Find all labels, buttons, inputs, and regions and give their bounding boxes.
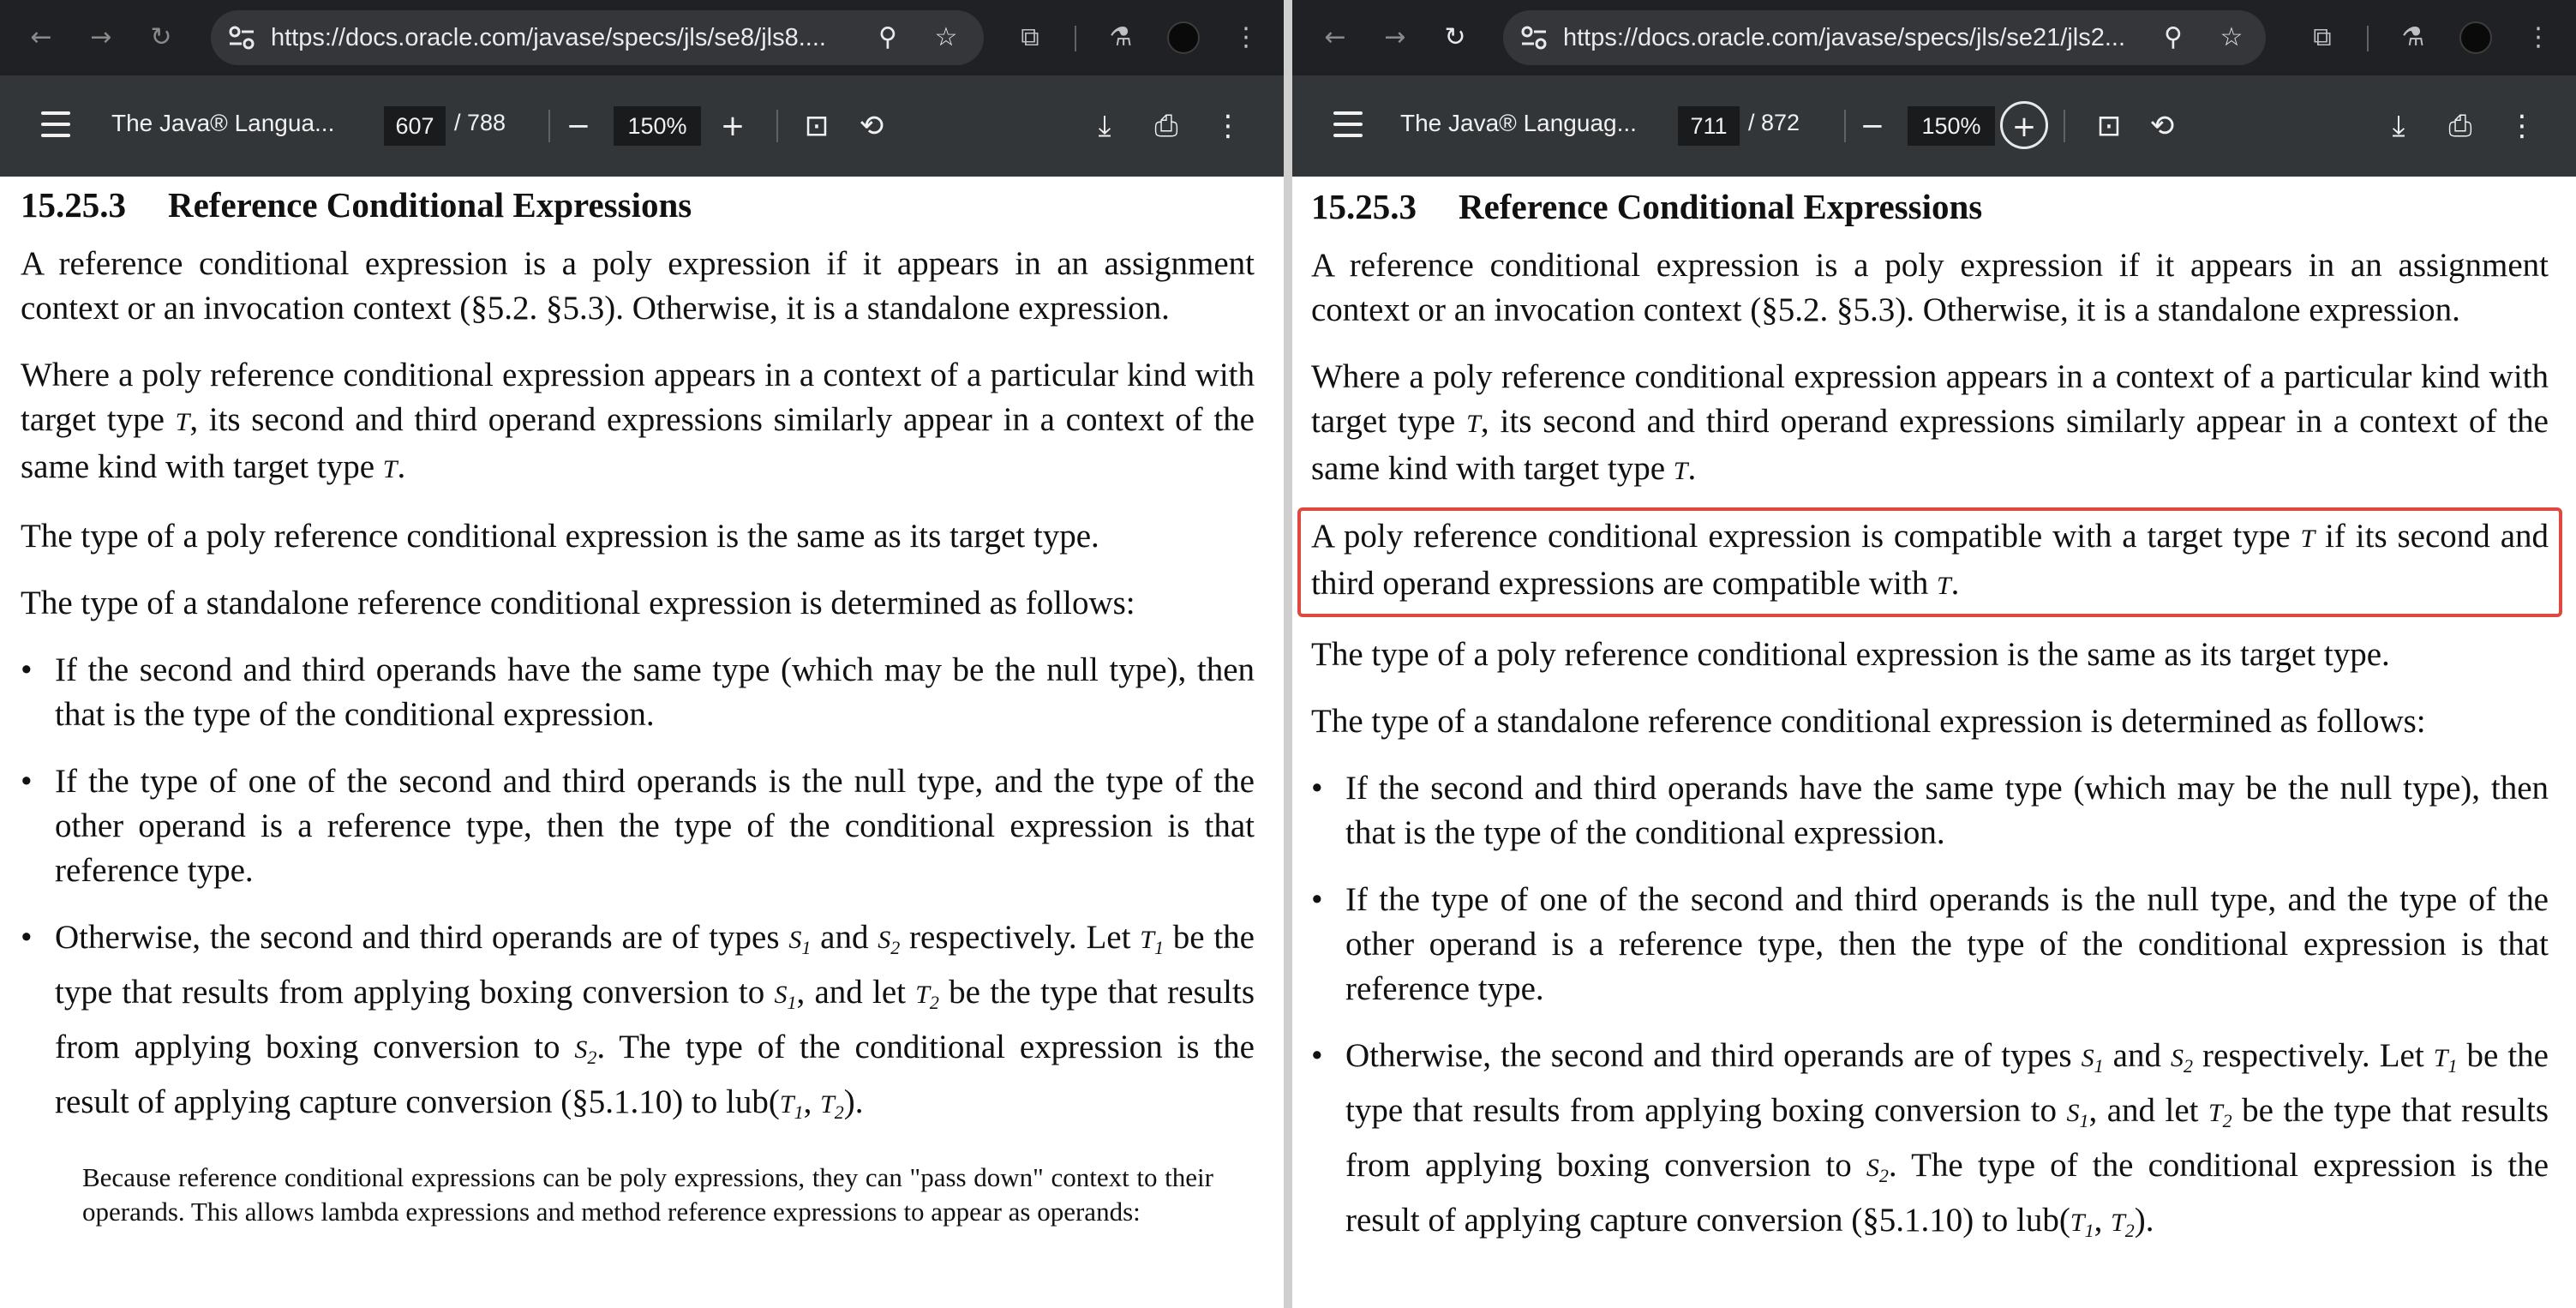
toolbar-separator <box>2367 26 2369 51</box>
pdf-page-content: 15.25.3 Reference Conditional Expressions… <box>21 183 1255 1229</box>
pdf-toolbar: The Java® Languag... 711 / 872 − 150% + … <box>1292 75 2576 177</box>
print-icon[interactable]: ⎙ <box>2439 105 2482 147</box>
paragraph-poly-definition: A reference conditional expression is a … <box>21 245 1255 327</box>
site-settings-icon[interactable] <box>1519 22 1549 53</box>
more-menu-icon[interactable]: ⋮ <box>1227 19 1265 57</box>
zoom-level-input[interactable]: 150% <box>1908 106 1995 146</box>
print-icon[interactable]: ⎙ <box>1145 105 1188 147</box>
type-rules-list: If the second and third operands have th… <box>1311 766 2549 1253</box>
zoom-icon[interactable]: ⚲ <box>2154 19 2192 57</box>
zoom-in-icon[interactable]: + <box>711 105 754 147</box>
browser-toolbar: ← → ↻ https://docs.oracle.com/javase/spe… <box>1292 0 2576 75</box>
toolbar-separator <box>2064 110 2065 142</box>
rotate-icon[interactable]: ⟲ <box>850 105 893 147</box>
zoom-icon[interactable]: ⚲ <box>869 19 907 57</box>
pdf-document-title: The Java® Languag... <box>1400 110 1637 136</box>
pdf-page: 15.25.3 Reference Conditional Expressions… <box>1292 177 2576 1308</box>
paragraph-standalone-type: The type of a standalone reference condi… <box>21 585 1135 621</box>
note-paragraph: Because reference conditional expression… <box>82 1162 1213 1227</box>
page-total: / 872 <box>1748 110 1800 135</box>
profile-avatar[interactable] <box>1167 21 1200 54</box>
browser-toolbar: ← → ↻ https://docs.oracle.com/javase/spe… <box>0 0 1284 75</box>
page-total: / 788 <box>454 110 506 135</box>
profile-avatar[interactable] <box>2459 21 2492 54</box>
labs-flask-icon[interactable]: ⚗ <box>1102 19 1140 57</box>
hamburger-menu-icon[interactable] <box>1333 111 1363 139</box>
list-item: Otherwise, the second and third operands… <box>21 915 1255 1135</box>
fit-page-icon[interactable]: ⊡ <box>2088 105 2130 147</box>
pdf-more-icon[interactable]: ⋮ <box>1207 105 1249 147</box>
zoom-level-input[interactable]: 150% <box>614 106 701 146</box>
zoom-out-icon[interactable]: − <box>1851 105 1894 147</box>
paragraph-poly-definition: A reference conditional expression is a … <box>1311 247 2549 328</box>
list-item: If the type of one of the second and thi… <box>21 759 1255 893</box>
toolbar-separator <box>1844 110 1846 142</box>
paragraph-poly-type: The type of a poly reference conditional… <box>1311 636 2390 673</box>
fit-page-icon[interactable]: ⊡ <box>795 105 838 147</box>
paragraph-poly-type: The type of a poly reference conditional… <box>21 518 1099 555</box>
download-icon[interactable]: ⤓ <box>2377 105 2420 147</box>
type-rules-list: If the second and third operands have th… <box>21 648 1255 1135</box>
address-bar[interactable]: https://docs.oracle.com/javase/specs/jls… <box>211 10 984 65</box>
pdf-page-content: 15.25.3 Reference Conditional Expressions… <box>1297 185 2562 1275</box>
url-text[interactable]: https://docs.oracle.com/javase/specs/jls… <box>271 24 826 52</box>
back-icon[interactable]: ← <box>1316 19 1354 57</box>
more-menu-icon[interactable]: ⋮ <box>2519 19 2557 57</box>
zoom-out-icon[interactable]: − <box>557 105 600 147</box>
toolbar-separator <box>776 110 778 142</box>
address-bar[interactable]: https://docs.oracle.com/javase/specs/jls… <box>1503 10 2266 65</box>
reload-icon[interactable]: ↻ <box>142 19 180 57</box>
extensions-icon[interactable]: ⧉ <box>2303 19 2341 57</box>
list-item: If the type of one of the second and thi… <box>1311 878 2549 1011</box>
paragraph-standalone-type: The type of a standalone reference condi… <box>1311 703 2426 740</box>
left-browser-window: ← → ↻ https://docs.oracle.com/javase/spe… <box>0 0 1284 1308</box>
window-divider <box>1284 0 1292 1308</box>
list-item: Otherwise, the second and third operands… <box>1311 1034 2549 1253</box>
paragraph-target-type: Where a poly reference conditional expre… <box>21 357 1255 485</box>
extensions-icon[interactable]: ⧉ <box>1011 19 1049 57</box>
pdf-toolbar: The Java® Langua... 607 / 788 − 150% + ⊡… <box>0 75 1284 177</box>
section-title: Reference Conditional Expressions <box>1459 187 1983 226</box>
section-heading: 15.25.3 Reference Conditional Expressions <box>1311 185 2549 228</box>
highlighted-compatibility-paragraph: A poly reference conditional expression … <box>1297 507 2562 617</box>
section-number: 15.25.3 <box>21 185 126 225</box>
paragraph-target-type: Where a poly reference conditional expre… <box>1311 358 2549 487</box>
site-settings-icon[interactable] <box>226 22 257 53</box>
forward-icon[interactable]: → <box>1376 19 1414 57</box>
bookmark-star-icon[interactable]: ☆ <box>927 19 965 57</box>
list-item: If the second and third operands have th… <box>1311 766 2549 855</box>
toolbar-separator <box>548 110 550 142</box>
url-text[interactable]: https://docs.oracle.com/javase/specs/jls… <box>1563 24 2125 52</box>
reload-icon[interactable]: ↻ <box>1436 19 1474 57</box>
zoom-in-icon[interactable]: + <box>2000 101 2048 149</box>
section-title: Reference Conditional Expressions <box>168 185 692 225</box>
section-heading: 15.25.3 Reference Conditional Expressions <box>21 183 1255 226</box>
list-item: If the second and third operands have th… <box>21 648 1255 737</box>
forward-icon[interactable]: → <box>82 19 120 57</box>
pdf-document-title: The Java® Langua... <box>111 110 335 136</box>
bookmark-star-icon[interactable]: ☆ <box>2213 19 2250 57</box>
pdf-page: 15.25.3 Reference Conditional Expressions… <box>0 177 1284 1308</box>
pdf-more-icon[interactable]: ⋮ <box>2501 105 2543 147</box>
labs-flask-icon[interactable]: ⚗ <box>2394 19 2432 57</box>
paragraph-compatibility: A poly reference conditional expression … <box>1311 518 2549 602</box>
hamburger-menu-icon[interactable] <box>41 111 70 139</box>
rotate-icon[interactable]: ⟲ <box>2141 105 2184 147</box>
download-icon[interactable]: ⤓ <box>1083 105 1126 147</box>
right-browser-window: ← → ↻ https://docs.oracle.com/javase/spe… <box>1292 0 2576 1308</box>
toolbar-separator <box>1075 26 1076 51</box>
section-number: 15.25.3 <box>1311 187 1417 226</box>
page-number-input[interactable]: 711 <box>1678 106 1740 146</box>
back-icon[interactable]: ← <box>22 19 60 57</box>
page-number-input[interactable]: 607 <box>384 106 446 146</box>
